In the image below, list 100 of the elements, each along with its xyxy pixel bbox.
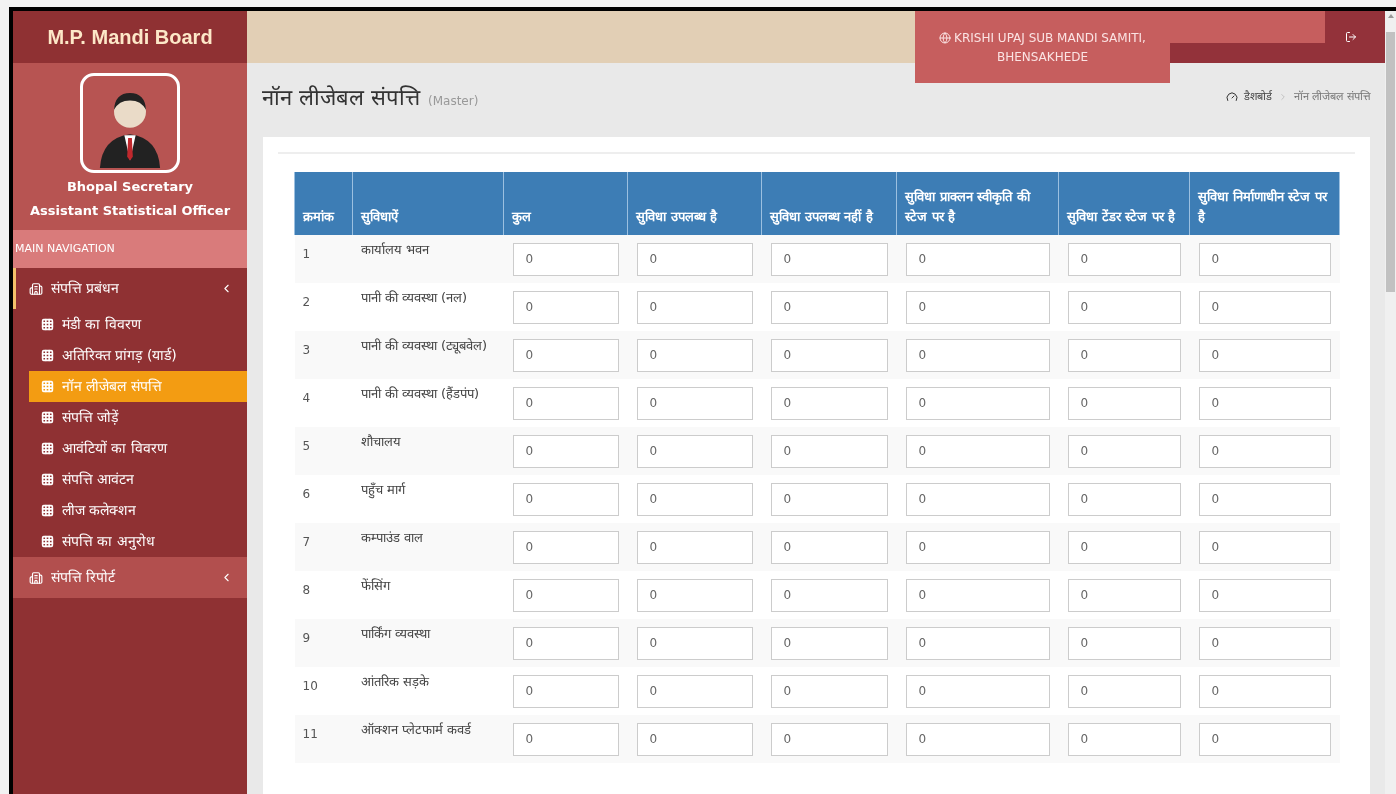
- input-field[interactable]: 0: [770, 338, 888, 372]
- page-subtitle: (Master): [428, 93, 479, 110]
- input-field[interactable]: 0: [905, 434, 1050, 468]
- input-field[interactable]: 0: [770, 434, 888, 468]
- chevron-icon: [1278, 92, 1288, 103]
- user-name: Bhopal Secretary: [66, 178, 194, 196]
- input-field[interactable]: 0: [1198, 242, 1331, 276]
- input-field[interactable]: 0: [905, 242, 1050, 276]
- input-field[interactable]: 0: [512, 434, 619, 468]
- input-field[interactable]: 0: [905, 338, 1050, 372]
- location-badge: KRISHI UPAJ SUB MANDI SAMITI, BHENSAKHEDE: [915, 11, 1170, 83]
- input-field[interactable]: 0: [1067, 242, 1181, 276]
- facility-name: कम्पाउंड वाल: [352, 523, 504, 571]
- globe-icon: [939, 31, 952, 44]
- input-field[interactable]: 0: [512, 674, 619, 708]
- page-title: नॉन लीजेबल संपत्ति: [262, 84, 420, 112]
- input-field[interactable]: 0: [905, 626, 1050, 660]
- input-field[interactable]: 0: [1067, 530, 1181, 564]
- input-field[interactable]: 0: [636, 530, 753, 564]
- input-field[interactable]: 0: [512, 626, 619, 660]
- submenu-item[interactable]: संपत्ति आवंटन: [29, 464, 247, 495]
- grid-icon: [41, 411, 54, 424]
- avatar-icon: [80, 73, 180, 173]
- input-field[interactable]: 0: [770, 722, 888, 756]
- submenu-item[interactable]: संपत्ति का अनुरोध: [29, 526, 247, 557]
- submenu-item[interactable]: अतिरिक्त प्रांगड़ (यार्ड): [29, 340, 247, 371]
- logout-icon: [1345, 31, 1357, 43]
- input-field[interactable]: 0: [770, 386, 888, 420]
- facility-name: पानी की व्यवस्था (नल): [352, 283, 504, 331]
- input-field[interactable]: 0: [905, 386, 1050, 420]
- input-field[interactable]: 0: [1198, 338, 1331, 372]
- submenu-item[interactable]: मंडी का विवरण: [29, 309, 247, 340]
- input-field[interactable]: 0: [636, 674, 753, 708]
- input-field[interactable]: 0: [1198, 722, 1331, 756]
- input-field[interactable]: 0: [770, 290, 888, 324]
- input-field[interactable]: 0: [1198, 482, 1331, 516]
- input-field[interactable]: 0: [512, 578, 619, 612]
- input-field[interactable]: 0: [770, 578, 888, 612]
- input-field[interactable]: 0: [512, 722, 619, 756]
- input-field[interactable]: 0: [905, 290, 1050, 324]
- row-number: 3: [294, 331, 353, 379]
- input-field[interactable]: 0: [512, 338, 619, 372]
- input-field[interactable]: 0: [1198, 434, 1331, 468]
- submenu-item[interactable]: संपत्ति जोड़ें: [29, 402, 247, 433]
- menu-item[interactable]: संपत्ति रिपोर्ट: [13, 557, 247, 598]
- input-field[interactable]: 0: [1198, 530, 1331, 564]
- input-field[interactable]: 0: [905, 722, 1050, 756]
- input-field[interactable]: 0: [905, 578, 1050, 612]
- facility-name: कार्यालय भवन: [352, 235, 504, 283]
- input-field[interactable]: 0: [905, 482, 1050, 516]
- input-field[interactable]: 0: [636, 242, 753, 276]
- input-field[interactable]: 0: [512, 242, 619, 276]
- input-field[interactable]: 0: [1198, 386, 1331, 420]
- input-field[interactable]: 0: [1067, 626, 1181, 660]
- input-field[interactable]: 0: [770, 530, 888, 564]
- input-field[interactable]: 0: [636, 578, 753, 612]
- input-field[interactable]: 0: [770, 242, 888, 276]
- input-field[interactable]: 0: [770, 674, 888, 708]
- input-field[interactable]: 0: [770, 482, 888, 516]
- input-field[interactable]: 0: [1067, 386, 1181, 420]
- input-field[interactable]: 0: [512, 290, 619, 324]
- dashboard-icon: [1226, 91, 1238, 104]
- input-field[interactable]: 0: [1067, 722, 1181, 756]
- input-field[interactable]: 0: [636, 338, 753, 372]
- input-field[interactable]: 0: [512, 482, 619, 516]
- row-number: 2: [294, 283, 353, 331]
- facility-name: ऑक्शन प्लेटफार्म कवर्ड: [352, 715, 504, 763]
- input-field[interactable]: 0: [1198, 290, 1331, 324]
- input-field[interactable]: 0: [636, 722, 753, 756]
- input-field[interactable]: 0: [770, 626, 888, 660]
- input-field[interactable]: 0: [636, 386, 753, 420]
- input-field[interactable]: 0: [1067, 434, 1181, 468]
- scroll-up-icon[interactable]: [1387, 14, 1394, 18]
- building-icon: [29, 570, 43, 585]
- breadcrumb-link[interactable]: डैशबोर्ड: [1244, 89, 1272, 106]
- input-field[interactable]: 0: [1198, 626, 1331, 660]
- input-field[interactable]: 0: [1198, 578, 1331, 612]
- scrollbar-thumb[interactable]: [1386, 32, 1395, 292]
- input-field[interactable]: 0: [636, 626, 753, 660]
- input-field[interactable]: 0: [905, 530, 1050, 564]
- input-field[interactable]: 0: [1067, 338, 1181, 372]
- input-field[interactable]: 0: [1067, 290, 1181, 324]
- row-number: 11: [294, 715, 353, 763]
- input-field[interactable]: 0: [1067, 578, 1181, 612]
- input-field[interactable]: 0: [636, 434, 753, 468]
- row-number: 1: [294, 235, 353, 283]
- row-number: 9: [294, 619, 353, 667]
- input-field[interactable]: 0: [512, 386, 619, 420]
- input-field[interactable]: 0: [1067, 482, 1181, 516]
- facility-name: पहुँच मार्ग: [352, 475, 504, 523]
- input-field[interactable]: 0: [636, 290, 753, 324]
- input-field[interactable]: 0: [512, 530, 619, 564]
- submenu-item[interactable]: लीज कलेक्शन: [29, 495, 247, 526]
- facility-name: शौचालय: [352, 427, 504, 475]
- input-field[interactable]: 0: [636, 482, 753, 516]
- input-field[interactable]: 0: [905, 674, 1050, 708]
- input-field[interactable]: 0: [1198, 674, 1331, 708]
- facility-name: पानी की व्यवस्था (हैंडपंप): [352, 379, 504, 427]
- submenu-item[interactable]: आवंटियों का विवरण: [29, 433, 247, 464]
- input-field[interactable]: 0: [1067, 674, 1181, 708]
